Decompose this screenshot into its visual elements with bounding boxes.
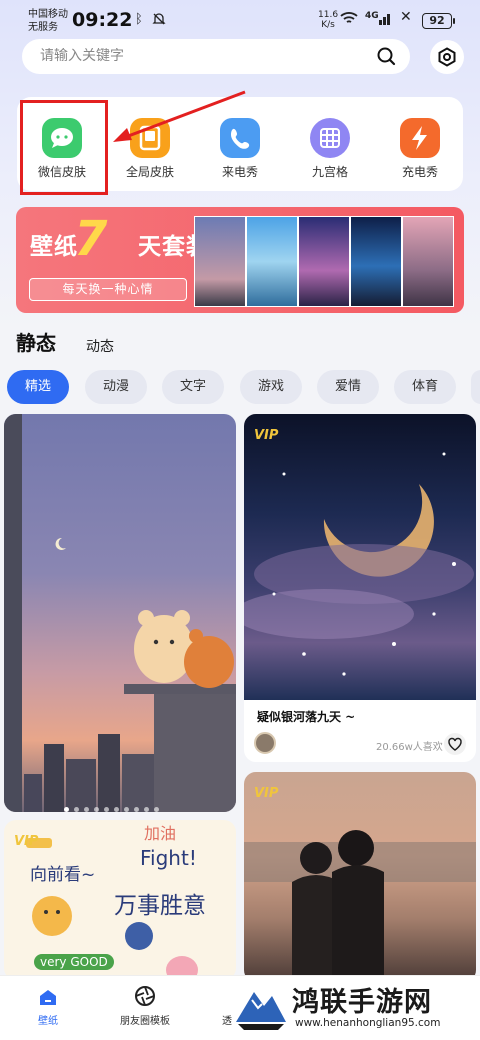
- banner-thumb: [298, 216, 350, 307]
- promo-banner[interactable]: 壁纸 天套装 7 每天换一种心情: [16, 207, 464, 313]
- net-speed-unit: K/s: [321, 20, 335, 30]
- lightning-icon: [400, 118, 440, 158]
- settings-hexagon-icon: [438, 47, 456, 67]
- grid-icon: [310, 118, 350, 158]
- signal-icon: [379, 10, 393, 30]
- banner-thumb: [350, 216, 402, 307]
- bluetooth-icon: ᛒ: [135, 12, 143, 27]
- nav-label: 壁纸: [38, 1016, 58, 1027]
- banner-thumb: [194, 216, 246, 307]
- heart-icon: [448, 737, 462, 751]
- net-speed: 11.6 K/s: [318, 10, 338, 30]
- likes-count: 20.66w人喜欢: [376, 742, 443, 753]
- carrier-service: 无服务: [28, 22, 58, 33]
- mute-bell-icon: [152, 12, 166, 30]
- bear-scene-image: [4, 414, 236, 812]
- chip-sports[interactable]: 体育: [394, 370, 456, 404]
- carousel-dot: [134, 807, 139, 812]
- category-label: 充电秀: [401, 165, 438, 179]
- category-label: 全局皮肤: [125, 165, 174, 179]
- status-bar: 中国移动 无服务 09:22 ᛒ 11.6 K/s 4G ✕ 92: [0, 0, 480, 40]
- carousel-dot: [124, 807, 129, 812]
- signal-4g-label: 4G: [365, 11, 379, 21]
- vip-badge: VIP: [254, 428, 279, 443]
- card-title: 疑似银河落九天 ~: [257, 710, 356, 724]
- net-speed-value: 11.6: [318, 10, 339, 20]
- wallpaper-card[interactable]: [4, 414, 236, 812]
- carrier-info: 中国移动 无服务: [28, 8, 68, 34]
- tab-static[interactable]: 静态: [16, 327, 56, 356]
- carousel-dot: [64, 807, 69, 812]
- tab-dynamic[interactable]: 动态: [86, 336, 114, 356]
- carousel-dots: [64, 797, 164, 816]
- carousel-dot: [104, 807, 109, 812]
- banner-thumb: [246, 216, 298, 307]
- carousel-dot: [114, 807, 119, 812]
- nav-label: 朋友圈模板: [120, 1016, 170, 1027]
- category-label: 九宫格: [311, 165, 348, 179]
- search-input[interactable]: [40, 48, 360, 64]
- galaxy-image: [244, 414, 476, 700]
- search-bar[interactable]: [22, 39, 410, 74]
- chip-more[interactable]: [471, 370, 480, 404]
- banner-title: 壁纸 天套装: [30, 227, 210, 261]
- couple-image: [244, 830, 476, 982]
- carousel-dot: [154, 807, 159, 812]
- banner-thumb: [402, 216, 454, 307]
- highlight-box: [20, 100, 108, 195]
- chip-game[interactable]: 游戏: [240, 370, 302, 404]
- category-charge-show[interactable]: 充电秀: [375, 97, 465, 191]
- nav-wallpaper[interactable]: 壁纸: [18, 976, 78, 1040]
- carousel-dot: [144, 807, 149, 812]
- category-label: 来电秀: [221, 165, 258, 179]
- stickers-image: [26, 838, 198, 980]
- banner-thumbnails: [194, 216, 456, 307]
- clock: 09:22: [72, 9, 133, 31]
- chip-featured[interactable]: 精选: [7, 370, 69, 404]
- carrier-name: 中国移动: [28, 9, 68, 20]
- chip-anime[interactable]: 动漫: [85, 370, 147, 404]
- chip-text[interactable]: 文字: [162, 370, 224, 404]
- banner-subtitle: 每天换一种心情: [29, 278, 187, 301]
- carousel-dot: [84, 807, 89, 812]
- watermark-logo: [236, 992, 286, 1030]
- banner-number: 7: [74, 211, 108, 267]
- like-button[interactable]: [444, 733, 466, 755]
- wallpaper-card[interactable]: 加油 向前看~ Fight! 万事胜意 very GOOD: [4, 820, 236, 980]
- watermark: 鸿联手游网 www.henanhonglian95.com: [232, 976, 474, 1036]
- wallpaper-card[interactable]: [244, 772, 476, 982]
- category-nine-grid[interactable]: 九宫格: [285, 97, 375, 191]
- aperture-icon: [135, 986, 155, 1006]
- settings-button[interactable]: [430, 40, 464, 74]
- vip-badge: VIP: [254, 786, 279, 801]
- nav-moments-template[interactable]: 朋友圈模板: [110, 976, 180, 1040]
- vip-badge: VIP: [14, 834, 39, 849]
- carousel-dot: [94, 807, 99, 812]
- watermark-brand: 鸿联手游网: [292, 987, 432, 1018]
- banner-title-prefix: 壁纸: [30, 234, 78, 260]
- home-icon: [40, 990, 56, 1005]
- carousel-dot: [74, 807, 79, 812]
- no-sim-icon: ✕: [400, 9, 412, 25]
- search-icon[interactable]: [376, 46, 396, 66]
- battery-indicator: 92: [422, 13, 455, 29]
- watermark-url: www.henanhonglian95.com: [295, 1017, 441, 1029]
- annotation-arrow-icon: [113, 90, 246, 142]
- chip-love[interactable]: 爱情: [317, 370, 379, 404]
- wifi-icon: [340, 11, 358, 29]
- author-avatar[interactable]: [254, 732, 276, 754]
